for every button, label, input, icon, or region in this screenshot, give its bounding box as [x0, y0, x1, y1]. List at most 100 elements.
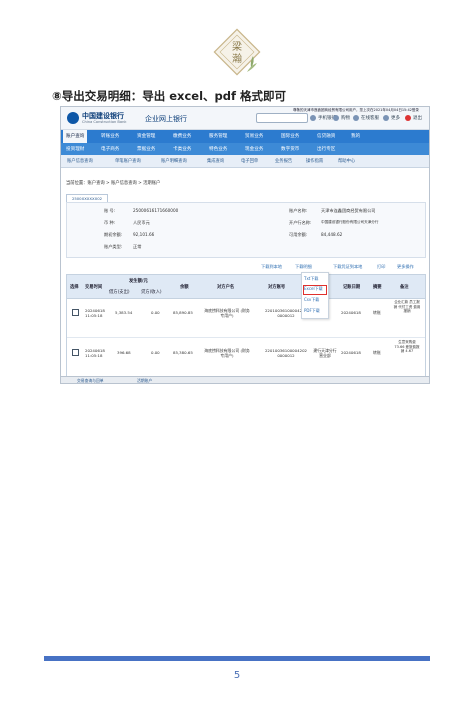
col-time: 交易时间	[85, 285, 103, 290]
bank-name-en: China Construction Bank	[82, 120, 127, 124]
submenu-detail-query[interactable]: 账户明细查询	[161, 158, 187, 164]
currency-label: 币 种:	[104, 220, 116, 225]
col-select: 选择	[70, 285, 79, 290]
dropdown-pdf-download[interactable]: PDF下载	[304, 308, 320, 314]
transaction-table: 选择 交易时间 发生额/元 借方(支出) 贷方(收入) 余额 对方户名 对方账号…	[66, 274, 426, 378]
account-type-label: 账户类型:	[104, 244, 123, 249]
submenu-report[interactable]: 业务报告	[275, 158, 292, 164]
submenu-integrated[interactable]: 集成查询	[207, 158, 224, 164]
sub-menu: 账户信息查询 单笔账户查询 账户明细查询 集成查询 电子回单 业务报告 操作指南…	[61, 155, 429, 168]
dropdown-excel-download[interactable]: Excel下载	[303, 285, 327, 295]
row-debit: 396.68	[117, 350, 131, 355]
phone-icon	[310, 114, 316, 121]
submenu-e-receipt[interactable]: 电子回单	[241, 158, 258, 164]
submenu-account-info[interactable]: 账户信息查询	[67, 158, 93, 164]
more-button[interactable]: 更多	[383, 113, 400, 122]
more-icon	[383, 114, 389, 121]
row-checkbox[interactable]	[72, 309, 79, 316]
menu-credit[interactable]: 信贷融资	[317, 133, 335, 139]
col-date: 记账日期	[343, 285, 361, 290]
footer-divider	[44, 656, 430, 661]
account-name-label: 账户名称:	[289, 208, 308, 213]
portal-name: 企业网上银行	[145, 115, 187, 123]
col-amount: 发生额/元	[129, 279, 148, 284]
menu-ecommerce[interactable]: 电子商务	[101, 146, 119, 152]
available-balance-value: 84,448.62	[321, 232, 343, 237]
account-type-value: 正常	[133, 244, 142, 249]
online-service-button[interactable]: 在线客服	[353, 113, 379, 122]
bottom-tab-bar: 交易查询与回单 活期账户	[61, 376, 429, 383]
download-format-dropdown: Txt下载 Excel下载 Csv下载 PDF下载	[301, 272, 329, 319]
bank-portal-screenshot: 中国建设银行 China Construction Bank 企业网上银行 尊敬…	[60, 106, 430, 384]
more-actions-button[interactable]: 更多操作	[397, 264, 414, 270]
col-debit: 借方(支出)	[109, 290, 130, 295]
bank-name-value: 中国建设银行股份有限公司天津分行	[321, 220, 379, 224]
dropdown-txt-download[interactable]: Txt下载	[304, 276, 318, 282]
menu-account-query[interactable]: 账户查询	[63, 130, 87, 143]
table-row[interactable]: 20240618 11:05:18 396.68 0.00 85,380.65 …	[67, 338, 425, 376]
print-button[interactable]: 打印	[377, 264, 385, 270]
row-remark: 企业汇款 员工报销 代付工资 费用报销	[393, 300, 421, 313]
row-summary: 转账	[373, 310, 381, 315]
currency-value: 人民币元	[133, 220, 150, 225]
menu-fund-mgmt[interactable]: 资金管理	[137, 133, 155, 139]
account-info-panel: 账 号: 25000616171660000 币 种: 人民币元 期初余额: 9…	[66, 202, 426, 258]
menu-invest[interactable]: 投资理财	[66, 146, 84, 152]
menu-trade[interactable]: 贸易业务	[245, 133, 263, 139]
page-number: 5	[233, 670, 241, 681]
logout-button[interactable]: 退出	[405, 113, 422, 122]
ccb-logo-icon	[67, 112, 79, 124]
breadcrumb: 当前位置：账户查询 > 账户信息查询 > 活期账户	[66, 181, 161, 186]
submenu-help[interactable]: 帮助中心	[338, 158, 355, 164]
menu-special[interactable]: 特色业务	[209, 146, 227, 152]
col-summary: 摘要	[373, 285, 382, 290]
search-input[interactable]	[256, 113, 308, 123]
main-menu-row1: 转账业务 资金管理 缴费业务 服务管理 贸易业务 国际业务 信贷融资 我的	[61, 130, 429, 143]
dropdown-csv-download[interactable]: Csv下载	[304, 297, 319, 303]
row-time: 20240618 11:05:18	[85, 308, 105, 318]
account-name-value: 天津市连鑫团商经贸有限公司	[321, 208, 376, 213]
balance-label: 期初余额:	[104, 232, 123, 237]
shopping-button[interactable]: 购物	[333, 113, 350, 122]
row-debit: 5,383.54	[115, 310, 133, 315]
download-detail-button[interactable]: 下载明细	[295, 264, 312, 270]
submenu-single-query[interactable]: 单笔账户查询	[115, 158, 141, 164]
balance-value: 92,101.66	[133, 232, 155, 237]
row-account: 22010036100004202 0000012	[264, 348, 308, 358]
menu-travel[interactable]: 出行专区	[317, 146, 335, 152]
portal-header: 中国建设银行 China Construction Bank 企业网上银行 尊敬…	[61, 107, 429, 130]
bottom-tab-query[interactable]: 交易查询与回单	[77, 378, 104, 383]
submenu-guide[interactable]: 操作指南	[306, 158, 323, 164]
table-row[interactable]: 20240618 11:05:18 5,383.54 0.00 85,890.8…	[67, 299, 425, 338]
col-credit: 贷方(收入)	[141, 290, 162, 295]
row-counterparty: 海底捞科技有限公司 (财务专用户)	[204, 308, 250, 318]
bank-name-label: 开户行名称:	[289, 220, 312, 225]
menu-payment[interactable]: 缴费业务	[173, 133, 191, 139]
row-remark: 生意采购费 73.66 差旅费报销 4.67	[394, 340, 420, 353]
bottom-tab-current-account[interactable]: 活期账户	[137, 378, 152, 383]
menu-mine[interactable]: 我的	[351, 133, 360, 139]
account-no-label: 账 号:	[104, 208, 116, 213]
download-voucher-button[interactable]: 下载凭证到本地	[333, 264, 362, 270]
row-counterparty: 海底捞科技有限公司 (财务专用户)	[204, 348, 250, 358]
menu-service[interactable]: 服务管理	[209, 133, 227, 139]
row-checkbox[interactable]	[72, 349, 79, 356]
menu-transfer[interactable]: 转账业务	[101, 133, 119, 139]
col-account: 对方账号	[268, 285, 286, 290]
menu-international[interactable]: 国际业务	[281, 133, 299, 139]
download-local-button[interactable]: 下载到本地	[261, 264, 282, 270]
account-no-value: 25000616171660000	[133, 208, 179, 213]
row-credit: 0.00	[151, 350, 160, 355]
col-balance: 余额	[180, 285, 189, 290]
menu-cash[interactable]: 现金业务	[245, 146, 263, 152]
row-summary: 转账	[373, 350, 381, 355]
menu-bill[interactable]: 票据业务	[137, 146, 155, 152]
table-header: 选择 交易时间 发生额/元 借方(支出) 贷方(收入) 余额 对方户名 对方账号…	[67, 275, 425, 299]
menu-card[interactable]: 卡类业务	[173, 146, 191, 152]
row-balance: 85,380.65	[173, 350, 193, 355]
menu-digital-currency[interactable]: 数字货币	[281, 146, 299, 152]
col-remark: 备注	[400, 285, 409, 290]
row-credit: 0.00	[151, 310, 160, 315]
row-time: 20240618 11:05:18	[85, 348, 105, 358]
cart-icon	[333, 114, 339, 121]
